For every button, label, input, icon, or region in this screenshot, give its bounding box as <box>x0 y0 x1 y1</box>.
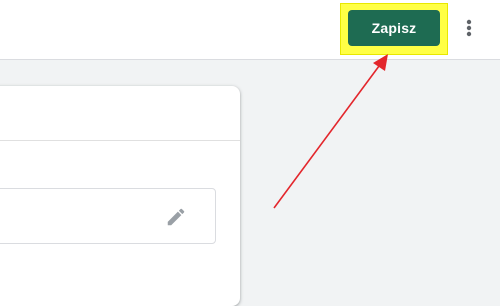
more-vert-icon <box>466 19 472 37</box>
save-button[interactable]: Zapisz <box>348 10 440 46</box>
content-card <box>0 86 240 306</box>
editable-field[interactable] <box>0 188 216 244</box>
more-options-button[interactable] <box>458 14 480 42</box>
top-app-bar: Zapisz <box>0 0 500 60</box>
edit-button[interactable] <box>165 206 187 228</box>
card-divider <box>0 140 240 141</box>
pencil-icon <box>167 208 185 226</box>
